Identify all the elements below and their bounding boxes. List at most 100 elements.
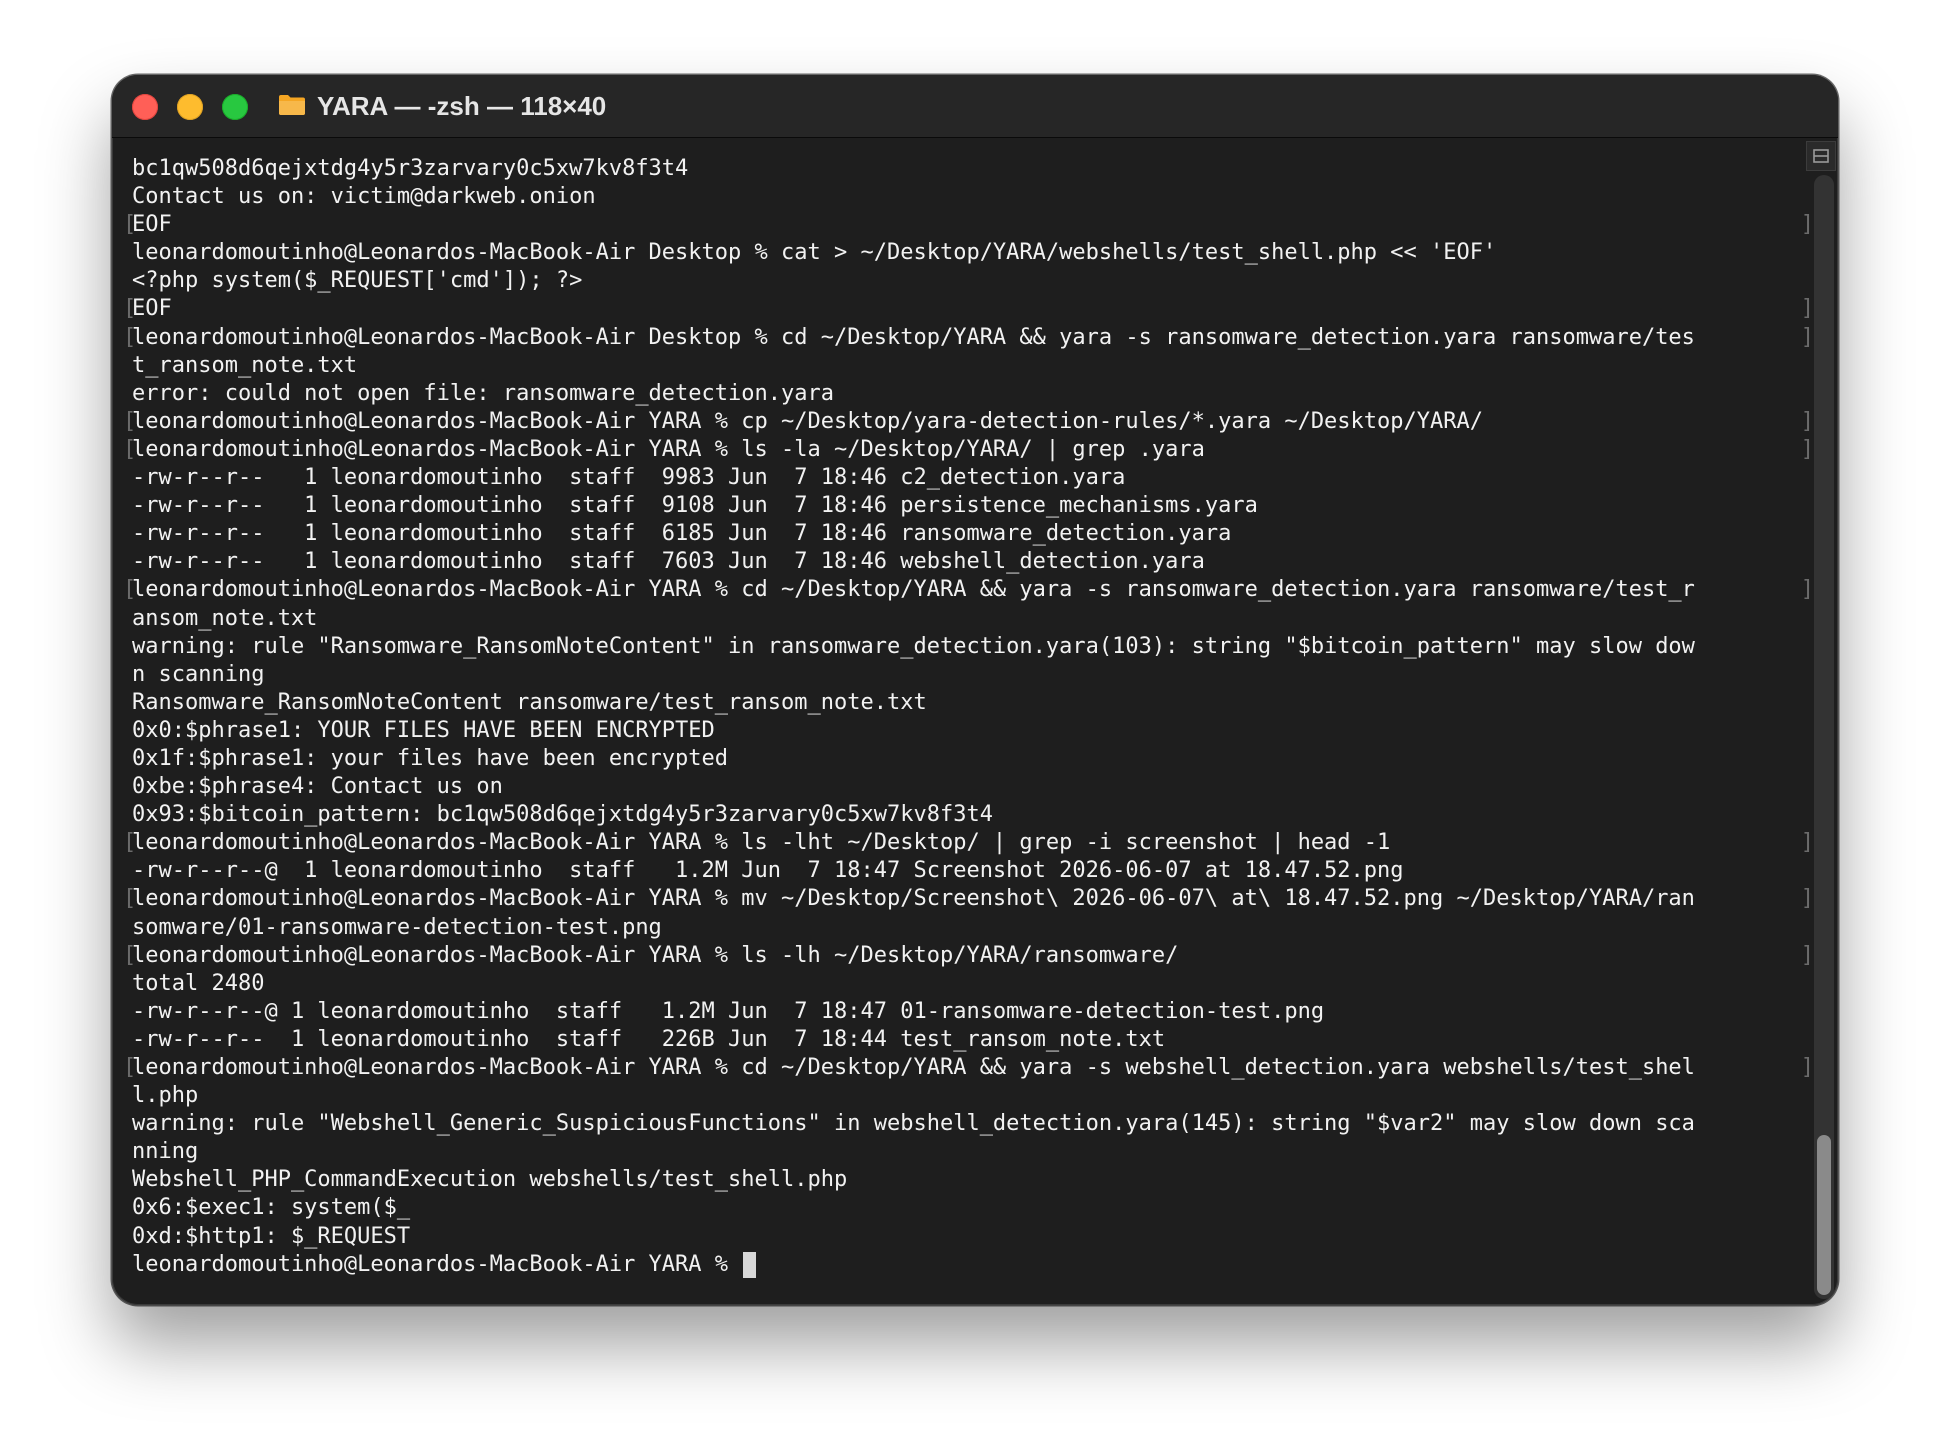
terminal-line-text: ansom_note.txt (132, 605, 318, 631)
terminal-line-text: leonardomoutinho@Leonardos-MacBook-Air D… (132, 240, 1497, 266)
terminal-line: 0xd:$http1: $_REQUEST (132, 1223, 1802, 1251)
terminal-line: [leonardomoutinho@Leonardos-MacBook-Air … (123, 1054, 1814, 1082)
split-pane-icon (1813, 149, 1829, 163)
terminal-line-text: <?php system($_REQUEST['cmd']); ?> (132, 268, 583, 294)
line-mark-right: ] (1800, 886, 1814, 912)
window-title: YARA — -zsh — 118×40 (317, 91, 607, 121)
line-mark-right: ] (1800, 830, 1814, 856)
terminal-line: error: could not open file: ransomware_d… (132, 380, 1802, 408)
line-mark-right: ] (1800, 408, 1814, 434)
terminal-line-text: somware/01-ransomware-detection-test.png (132, 914, 662, 940)
terminal-line-text: 0x93:$bitcoin_pattern: bc1qw508d6qejxtdg… (132, 802, 993, 828)
terminal-line: [leonardomoutinho@Leonardos-MacBook-Air … (123, 408, 1814, 436)
terminal-line: Ransomware_RansomNoteContent ransomware/… (132, 689, 1802, 717)
folder-icon (279, 95, 305, 115)
terminal-line: somware/01-ransomware-detection-test.png (132, 914, 1802, 942)
prompt-line[interactable]: leonardomoutinho@Leonardos-MacBook-Air Y… (132, 1251, 1802, 1279)
prompt-text: leonardomoutinho@Leonardos-MacBook-Air Y… (132, 1251, 757, 1279)
terminal-line: 0x93:$bitcoin_pattern: bc1qw508d6qejxtdg… (132, 801, 1802, 829)
terminal-line-text: bc1qw508d6qejxtdg4y5r3zarvary0c5xw7kv8f3… (132, 156, 689, 181)
terminal-line-text: 0xd:$http1: $_REQUEST (132, 1223, 411, 1249)
terminal-line: -rw-r--r-- 1 leonardomoutinho staff 6185… (132, 520, 1802, 548)
terminal-line-text: leonardomoutinho@Leonardos-MacBook-Air Y… (132, 1055, 1695, 1080)
terminal-line-text: Contact us on: victim@darkweb.onion (132, 184, 596, 210)
terminal-line-text: l.php (132, 1083, 199, 1109)
line-mark-right: ] (1800, 324, 1814, 350)
terminal-line: total 2480 (132, 970, 1802, 998)
close-button[interactable] (132, 94, 158, 120)
terminal-line-text: t_ransom_note.txt (132, 352, 358, 378)
terminal-line-text: leonardomoutinho@Leonardos-MacBook-Air Y… (132, 886, 1695, 912)
minimize-button[interactable] (177, 94, 203, 120)
terminal-line-text: -rw-r--r--@ 1 leonardomoutinho staff 1.2… (132, 858, 1404, 884)
terminal-line: -rw-r--r-- 1 leonardomoutinho staff 226B… (132, 1026, 1802, 1054)
terminal-line-text: total 2480 (132, 970, 265, 996)
terminal-line: leonardomoutinho@Leonardos-MacBook-Air D… (132, 239, 1802, 267)
terminal-line: nning (132, 1138, 1802, 1166)
line-mark-right: ] (1800, 436, 1814, 462)
text-cursor[interactable] (743, 1251, 757, 1278)
line-mark-right: ] (1800, 942, 1814, 968)
terminal-line-text: warning: rule "Ransomware_RansomNoteCont… (132, 633, 1695, 659)
prompt-label: leonardomoutinho@Leonardos-MacBook-Air Y… (132, 1251, 742, 1277)
terminal-line: [leonardomoutinho@Leonardos-MacBook-Air … (123, 576, 1814, 604)
terminal-line-text: -rw-r--r-- 1 leonardomoutinho staff 226B… (132, 1026, 1166, 1052)
terminal-line: 0xbe:$phrase4: Contact us on (132, 773, 1802, 801)
terminal-output[interactable]: bc1qw508d6qejxtdg4y5r3zarvary0c5xw7kv8f3… (123, 155, 1814, 1305)
terminal-line: -rw-r--r--@ 1 leonardomoutinho staff 1.2… (132, 998, 1802, 1026)
terminal-line-text: Webshell_PHP_CommandExecution webshells/… (132, 1167, 848, 1193)
line-mark-right: ] (1800, 296, 1814, 322)
terminal-line-text: -rw-r--r-- 1 leonardomoutinho staff 9108… (132, 493, 1258, 519)
terminal-line-text: -rw-r--r-- 1 leonardomoutinho staff 6185… (132, 521, 1232, 547)
terminal-line: Contact us on: victim@darkweb.onion (132, 183, 1802, 211)
terminal-line: [leonardomoutinho@Leonardos-MacBook-Air … (123, 829, 1814, 857)
terminal-line-text: leonardomoutinho@Leonardos-MacBook-Air Y… (132, 436, 1205, 462)
terminal-line: [leonardomoutinho@Leonardos-MacBook-Air … (123, 942, 1814, 970)
terminal-line-text: warning: rule "Webshell_Generic_Suspicio… (132, 1111, 1695, 1137)
terminal-line: warning: rule "Webshell_Generic_Suspicio… (132, 1110, 1802, 1138)
terminal-line-text: leonardomoutinho@Leonardos-MacBook-Air Y… (132, 830, 1391, 856)
line-mark-right: ] (1800, 577, 1814, 603)
terminal-line: l.php (132, 1082, 1802, 1110)
terminal-line-text: error: could not open file: ransomware_d… (132, 380, 834, 406)
maximize-button[interactable] (222, 94, 248, 120)
terminal-line-text: -rw-r--r-- 1 leonardomoutinho staff 7603… (132, 549, 1205, 575)
terminal-line: n scanning (132, 661, 1802, 689)
scrollbar-thumb[interactable] (1817, 1135, 1831, 1295)
terminal-line-text: 0xbe:$phrase4: Contact us on (132, 774, 503, 800)
terminal-line-text: EOF (132, 212, 172, 238)
terminal-line-text: nning (132, 1139, 199, 1165)
terminal-line: 0x0:$phrase1: YOUR FILES HAVE BEEN ENCRY… (132, 717, 1802, 745)
scroll-split-button[interactable] (1806, 141, 1836, 171)
terminal-line: 0x1f:$phrase1: your files have been encr… (132, 745, 1802, 773)
scrollbar[interactable] (1814, 175, 1834, 1299)
terminal-line-text: 0x6:$exec1: system($_ (132, 1195, 411, 1221)
terminal-line: -rw-r--r--@ 1 leonardomoutinho staff 1.2… (132, 857, 1802, 885)
terminal-line: [leonardomoutinho@Leonardos-MacBook-Air … (123, 436, 1814, 464)
terminal-line-text: -rw-r--r--@ 1 leonardomoutinho staff 1.2… (132, 998, 1325, 1024)
terminal-line-text: leonardomoutinho@Leonardos-MacBook-Air Y… (132, 942, 1179, 968)
title-bar[interactable]: YARA — -zsh — 118×40 (112, 75, 1838, 138)
terminal-line-text: n scanning (132, 661, 265, 687)
terminal-line: warning: rule "Ransomware_RansomNoteCont… (132, 633, 1802, 661)
terminal-line: -rw-r--r-- 1 leonardomoutinho staff 9108… (132, 492, 1802, 520)
terminal-window: YARA — -zsh — 118×40 bc1qw508d6qejxtdg4y… (112, 75, 1838, 1305)
terminal-line: -rw-r--r-- 1 leonardomoutinho staff 7603… (132, 548, 1802, 576)
terminal-line-text: Ransomware_RansomNoteContent ransomware/… (132, 689, 927, 715)
terminal-line-text: leonardomoutinho@Leonardos-MacBook-Air D… (132, 324, 1695, 350)
terminal-line: ansom_note.txt (132, 605, 1802, 633)
terminal-line-text: leonardomoutinho@Leonardos-MacBook-Air Y… (132, 577, 1695, 603)
terminal-line: [leonardomoutinho@Leonardos-MacBook-Air … (123, 885, 1814, 913)
terminal-line-text: -rw-r--r-- 1 leonardomoutinho staff 9983… (132, 465, 1126, 491)
line-mark-right: ] (1800, 1055, 1814, 1080)
terminal-line-text: 0x1f:$phrase1: your files have been encr… (132, 745, 729, 771)
terminal-line: 0x6:$exec1: system($_ (132, 1194, 1802, 1222)
terminal-line: [leonardomoutinho@Leonardos-MacBook-Air … (123, 324, 1814, 352)
terminal-line: [EOF] (123, 295, 1814, 323)
line-mark-right: ] (1800, 212, 1814, 238)
terminal-line-text: leonardomoutinho@Leonardos-MacBook-Air Y… (132, 408, 1484, 434)
terminal-line: bc1qw508d6qejxtdg4y5r3zarvary0c5xw7kv8f3… (132, 155, 1802, 183)
terminal-line-text: EOF (132, 296, 172, 322)
terminal-line: <?php system($_REQUEST['cmd']); ?> (132, 267, 1802, 295)
terminal-line: Webshell_PHP_CommandExecution webshells/… (132, 1166, 1802, 1194)
